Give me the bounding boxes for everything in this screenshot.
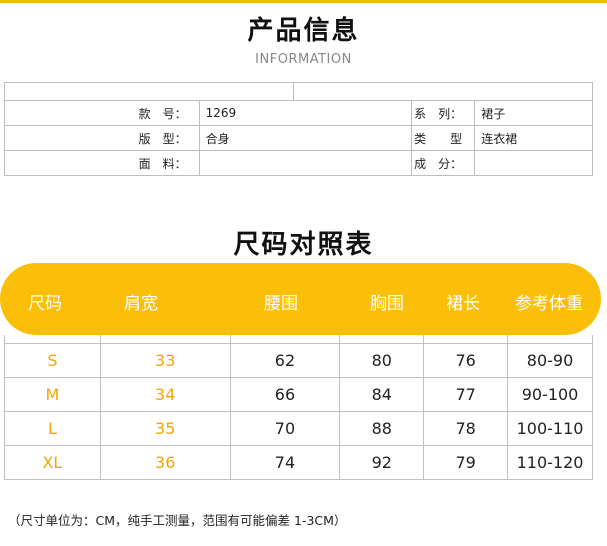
waist-cell: 74 <box>229 445 341 480</box>
bust-cell: 84 <box>339 377 425 412</box>
weight-cell: 100-110 <box>507 411 593 446</box>
info-value <box>198 150 413 176</box>
info-value: 连衣裙 <box>474 125 593 151</box>
info-label: 版 型： <box>4 125 200 151</box>
shoulder-cell: 35 <box>99 411 231 446</box>
info-row: 款 号： 1269 系 列： 裙子 <box>4 100 593 126</box>
shoulder-cell: 33 <box>99 343 231 378</box>
header-shoulder: 肩宽 <box>124 294 158 314</box>
size-cell: M <box>4 377 101 412</box>
info-label: 成 分： <box>411 150 476 176</box>
size-table: S 33 62 80 76 80-90 M 34 66 84 77 90-100… <box>4 335 593 480</box>
waist-cell: 66 <box>229 377 341 412</box>
table-row: S 33 62 80 76 80-90 <box>4 343 593 378</box>
table-row: XL 36 74 92 79 110-120 <box>4 445 593 480</box>
waist-cell: 70 <box>229 411 341 446</box>
page-subtitle: INFORMATION <box>255 52 352 67</box>
size-cell: XL <box>4 445 101 480</box>
header-waist: 腰围 <box>264 294 298 314</box>
info-label: 面 料： <box>4 150 200 176</box>
bust-cell: 88 <box>339 411 425 446</box>
top-accent-line <box>0 0 607 3</box>
size-chart-title: 尺码对照表 <box>233 230 374 260</box>
page-title: 产品信息 <box>247 16 360 46</box>
length-cell: 77 <box>423 377 509 412</box>
info-value: 1269 <box>198 100 413 126</box>
info-label: 款 号： <box>4 100 200 126</box>
info-row: 面 料： 成 分： <box>4 150 593 176</box>
weight-cell: 80-90 <box>507 343 593 378</box>
product-info-table: 款 号： 1269 系 列： 裙子 版 型： 合身 类 型 连衣裙 面 料： 成… <box>3 82 593 176</box>
size-cell: L <box>4 411 101 446</box>
info-label: 系 列： <box>411 100 476 126</box>
length-cell: 78 <box>423 411 509 446</box>
shoulder-cell: 36 <box>99 445 231 480</box>
length-cell: 76 <box>423 343 509 378</box>
header-size: 尺码 <box>28 294 62 314</box>
weight-cell: 90-100 <box>507 377 593 412</box>
info-label: 类 型 <box>411 125 476 151</box>
weight-cell: 110-120 <box>507 445 593 480</box>
measurement-note: （尺寸单位为：CM，纯手工测量，范围有可能偏差 1-3CM） <box>8 513 347 528</box>
info-row: 版 型： 合身 类 型 连衣裙 <box>4 125 593 151</box>
info-value <box>474 150 593 176</box>
bust-cell: 92 <box>339 445 425 480</box>
header-length: 裙长 <box>446 294 480 314</box>
table-row: M 34 66 84 77 90-100 <box>4 377 593 412</box>
header-bust: 胸围 <box>370 294 404 314</box>
table-row: L 35 70 88 78 100-110 <box>4 411 593 446</box>
info-value: 裙子 <box>474 100 593 126</box>
waist-cell: 62 <box>229 343 341 378</box>
shoulder-cell: 34 <box>99 377 231 412</box>
size-cell: S <box>4 343 101 378</box>
bust-cell: 80 <box>339 343 425 378</box>
header-weight: 参考体重 <box>515 294 583 314</box>
info-value: 合身 <box>198 125 413 151</box>
length-cell: 79 <box>423 445 509 480</box>
